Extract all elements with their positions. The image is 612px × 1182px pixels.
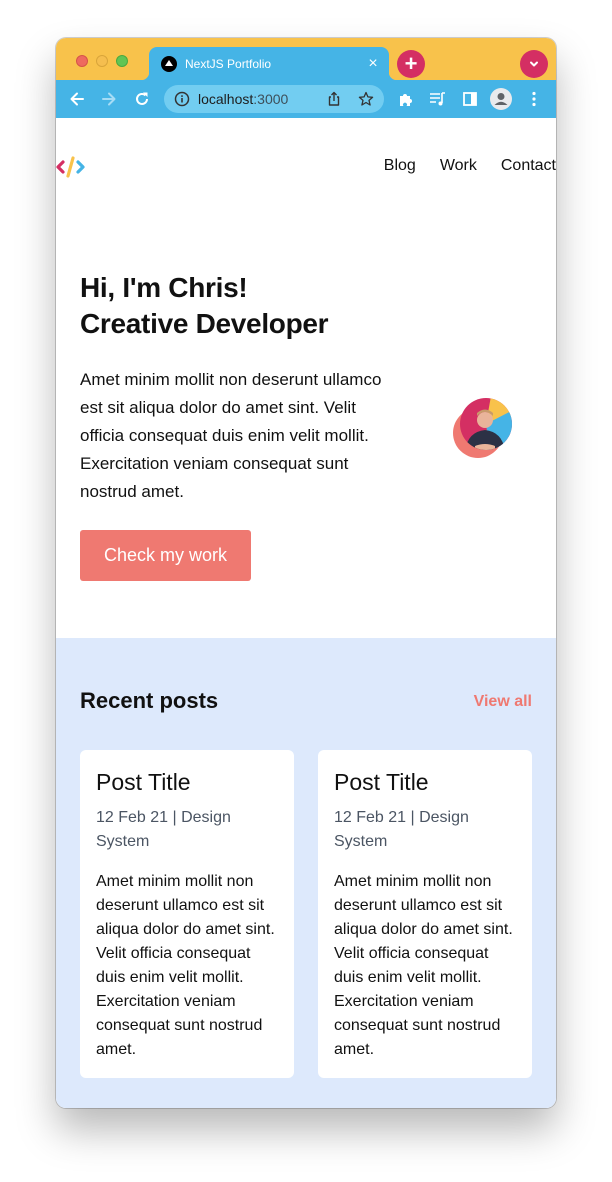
browser-toolbar: localhost:3000 (56, 80, 556, 118)
browser-window: NextJS Portfolio × + localhost:3000 Blog… (56, 38, 556, 1108)
back-button[interactable] (66, 88, 88, 110)
menu-kebab-icon (532, 91, 536, 107)
new-tab-button[interactable]: + (397, 50, 425, 78)
profile-icon (490, 88, 512, 110)
profile-button[interactable] (490, 88, 512, 110)
recent-posts-section: Recent posts View all Post Title 12 Feb … (56, 638, 556, 1108)
browser-menu-button[interactable] (523, 88, 545, 110)
post-excerpt: Amet minim mollit non deserunt ullamco e… (334, 873, 513, 1058)
post-card[interactable]: Post Title 12 Feb 21 | Design System Ame… (318, 750, 532, 1078)
forward-icon (102, 92, 116, 106)
post-title[interactable]: Post Title (334, 768, 516, 796)
reload-button[interactable] (131, 88, 153, 110)
close-window-button[interactable] (76, 55, 88, 67)
side-panel-icon (463, 92, 477, 106)
reload-icon (136, 92, 148, 105)
forward-button[interactable] (98, 88, 120, 110)
nextjs-icon (161, 55, 177, 72)
browser-tab[interactable]: NextJS Portfolio × (141, 47, 397, 80)
post-excerpt: Amet minim mollit non deserunt ullamco e… (96, 873, 275, 1058)
post-meta: 12 Feb 21 | Design System (96, 809, 231, 850)
nav-links: Blog Work Contact (360, 157, 556, 175)
post-title[interactable]: Post Title (96, 768, 278, 796)
tab-title: NextJS Portfolio (185, 56, 272, 71)
hero-title-line-2: Creative Developer (80, 308, 329, 339)
address-bar[interactable]: localhost:3000 (164, 85, 384, 113)
hero-title-line-1: Hi, I'm Chris! (80, 272, 248, 303)
share-icon[interactable] (326, 91, 342, 107)
tab-close-icon[interactable]: × (363, 55, 383, 72)
extensions-icon (400, 94, 412, 106)
info-icon[interactable] (174, 91, 190, 107)
nav-link-work[interactable]: Work (440, 157, 477, 175)
check-my-work-button[interactable]: Check my work (80, 530, 251, 581)
url-text: localhost:3000 (198, 91, 326, 107)
nav-link-contact[interactable]: Contact (501, 157, 556, 175)
post-meta: 12 Feb 21 | Design System (334, 809, 469, 850)
side-panel-button[interactable] (459, 88, 481, 110)
post-card[interactable]: Post Title 12 Feb 21 | Design System Ame… (80, 750, 294, 1078)
code-brackets-logo[interactable] (56, 154, 88, 180)
media-queue-button[interactable] (427, 88, 449, 110)
recent-posts-title: Recent posts (80, 688, 219, 713)
url-host: localhost (198, 91, 254, 107)
chevron-down-icon (530, 61, 538, 67)
url-port: :3000 (253, 91, 289, 107)
tab-search-button[interactable] (520, 50, 548, 78)
extensions-button[interactable] (395, 88, 417, 110)
tab-strip: NextJS Portfolio × + (56, 38, 556, 80)
maximize-window-button[interactable] (116, 55, 128, 67)
nav-link-blog[interactable]: Blog (384, 157, 416, 175)
hero-title: Hi, I'm Chris! Creative Developer (80, 270, 329, 342)
media-queue-icon (430, 92, 445, 106)
bookmark-star-icon[interactable] (358, 91, 374, 107)
hero-description: Amet minim mollit non deserunt ullamco e… (80, 370, 382, 501)
page-content: Blog Work Contact Hi, I'm Chris! Creativ… (56, 118, 556, 1108)
back-icon (70, 92, 84, 106)
view-all-link[interactable]: View all (474, 693, 532, 711)
site-nav: Blog Work Contact (56, 154, 556, 180)
avatar (453, 398, 512, 458)
minimize-window-button[interactable] (96, 55, 108, 67)
